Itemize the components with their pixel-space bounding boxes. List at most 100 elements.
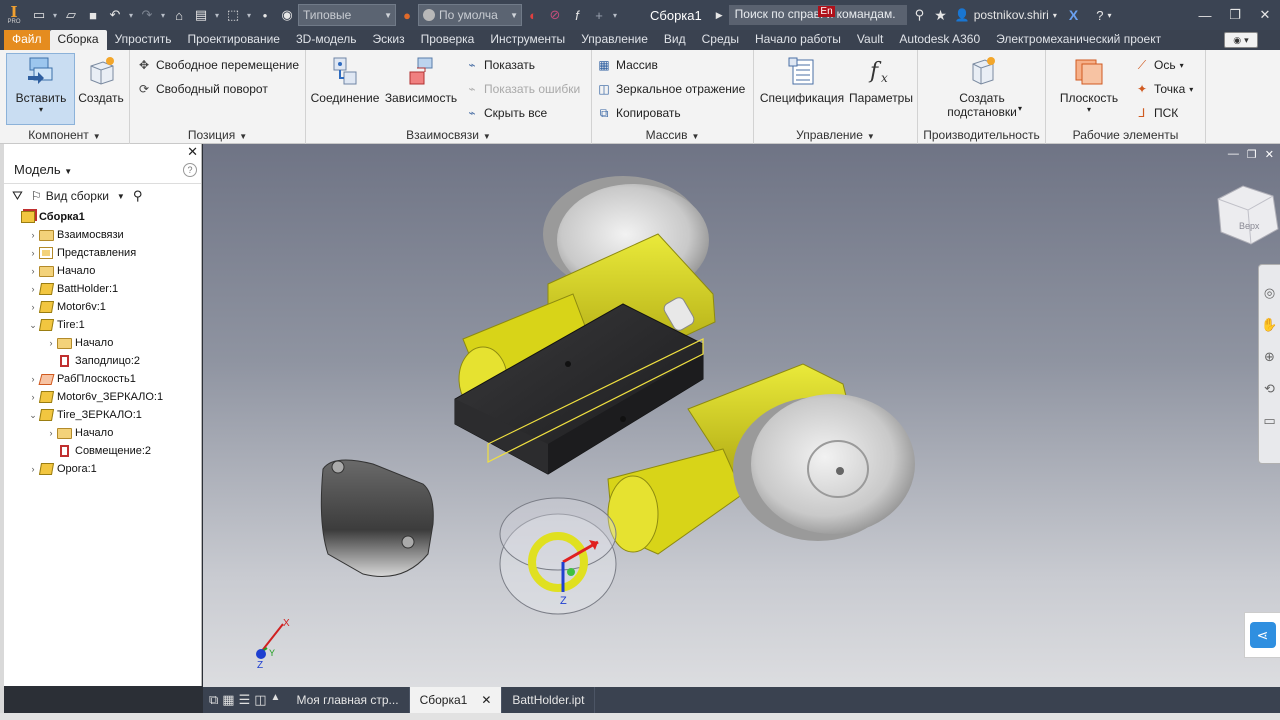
close-icon[interactable]: ✕ — [187, 144, 198, 160]
tab-design[interactable]: Проектирование — [179, 30, 288, 50]
mirror-button[interactable]: ◫ Зеркальное отражение — [596, 80, 745, 98]
minimize-icon[interactable]: — — [1190, 8, 1220, 23]
chevron-down-icon[interactable]: ▾ — [244, 11, 254, 20]
chevron-down-icon[interactable]: ⌄ — [28, 320, 38, 331]
constrain-button[interactable]: Зависимость — [384, 54, 458, 105]
chevron-down-icon[interactable]: ▾ — [1107, 11, 1111, 20]
doc-tab-battholder[interactable]: BattHolder.ipt — [502, 687, 596, 713]
browser-title[interactable]: Модель ▼ — [14, 162, 72, 177]
app-logo[interactable]: I PRO — [0, 0, 28, 30]
tab-vault[interactable]: Vault — [849, 30, 891, 50]
panel-relationships-title[interactable]: Взаимосвязи ▼ — [306, 128, 591, 142]
redo-icon[interactable]: ↷ — [136, 4, 158, 26]
ucs-button[interactable]: ⅃ ПСК — [1134, 104, 1179, 122]
chevron-down-icon[interactable]: ⌄ — [28, 410, 38, 421]
close-icon[interactable]: ✕ — [481, 693, 491, 707]
binoculars-icon[interactable]: ⚲ — [915, 7, 925, 23]
share-button[interactable]: ⋖ — [1244, 612, 1280, 658]
tree-node[interactable]: › Motor6v_ЗЕРКАЛО:1 — [4, 388, 201, 406]
tree-node[interactable]: › РабПлоскость1 — [4, 370, 201, 388]
tab-tools[interactable]: Инструменты — [482, 30, 573, 50]
chevron-right-icon[interactable]: › — [28, 392, 38, 402]
tree-node[interactable]: › Opora:1 — [4, 460, 201, 478]
insert-button[interactable]: Вставить ▾ — [8, 54, 74, 114]
exchange-icon[interactable]: X — [1069, 7, 1078, 23]
tab-inspect[interactable]: Проверка — [413, 30, 483, 50]
orbit-icon[interactable]: ⟲ — [1259, 381, 1280, 397]
new-file-icon[interactable]: ▭ — [28, 4, 50, 26]
tab-simplify[interactable]: Упростить — [107, 30, 180, 50]
pan-icon[interactable]: ✋ — [1259, 317, 1280, 333]
select-icon[interactable]: ⬚ — [222, 4, 244, 26]
color-ball-icon[interactable]: ● — [396, 4, 418, 26]
tree-node[interactable]: ⌄ Tire:1 — [4, 316, 201, 334]
show-errors-button[interactable]: ⌁ Показать ошибки — [464, 80, 580, 98]
binoculars-icon[interactable]: ⚲ — [133, 188, 143, 204]
axis-button[interactable]: ⟋ Ось ▾ — [1134, 56, 1184, 74]
tab-sketch[interactable]: Эскиз — [365, 30, 413, 50]
image-icon[interactable]: ▤ — [190, 4, 212, 26]
tab-environments[interactable]: Среды — [694, 30, 747, 50]
tab-3d-model[interactable]: 3D-модель — [288, 30, 365, 50]
clear-override-icon[interactable]: ⊘ — [544, 4, 566, 26]
tire-transparent[interactable]: Z — [499, 497, 617, 615]
home-icon[interactable]: ⌂ — [168, 4, 190, 26]
parameters-button[interactable]: f x Параметры — [848, 54, 914, 105]
tile-icon[interactable]: ▦ — [222, 692, 234, 708]
close-icon[interactable]: ✕ — [1250, 7, 1280, 23]
chevron-right-icon[interactable]: › — [28, 230, 38, 240]
tile-vertical-icon[interactable]: ◫ — [254, 692, 266, 708]
panel-manage-title[interactable]: Управление ▼ — [754, 128, 917, 142]
panel-pattern-title[interactable]: Массив ▼ — [592, 128, 753, 142]
tile-horizontal-icon[interactable]: ☰ — [239, 692, 251, 708]
help-icon[interactable]: ? — [183, 163, 197, 177]
plane-button[interactable]: Плоскость ▾ — [1054, 54, 1124, 114]
tab-a360[interactable]: Autodesk A360 — [891, 30, 988, 50]
steering-wheel-icon[interactable]: ◎ — [1259, 285, 1280, 301]
tab-manage[interactable]: Управление — [573, 30, 656, 50]
tree-node[interactable]: Сборка1 — [4, 208, 201, 226]
point-button[interactable]: ✦ Точка ▾ — [1134, 80, 1193, 98]
ribbon-display-toggle[interactable]: ◉ ▾ — [1224, 32, 1258, 48]
panel-position-title[interactable]: Позиция ▼ — [130, 128, 305, 142]
assembly-view-dropdown[interactable]: ⚐ Вид сборки ▼ — [31, 189, 125, 203]
chevron-down-icon[interactable]: ▾ — [610, 11, 620, 20]
material-combo[interactable]: По умолча ▼ — [418, 4, 522, 26]
save-icon[interactable]: ■ — [82, 4, 104, 26]
tab-electromechanical[interactable]: Электромеханический проект — [988, 30, 1169, 50]
tab-view[interactable]: Вид — [656, 30, 694, 50]
tree-node[interactable]: › Взаимосвязи — [4, 226, 201, 244]
help-search-input[interactable]: Поиск по справ. и командам. En — [728, 5, 907, 25]
tab-assemble[interactable]: Сборка — [49, 30, 107, 50]
triangle-up-icon[interactable]: ▲ — [271, 692, 281, 708]
copy-button[interactable]: ⧉ Копировать — [596, 104, 681, 122]
adjust-icon[interactable]: ◐ — [522, 4, 544, 26]
user-account[interactable]: 👤 postnikov.shiri ▾ — [955, 8, 1057, 22]
create-substitutes-button[interactable]: Создать подстановки — [932, 54, 1032, 119]
tree-node[interactable]: ⌄ Tire_ЗЕРКАЛО:1 — [4, 406, 201, 424]
chevron-right-icon[interactable]: › — [46, 428, 56, 438]
chevron-right-icon[interactable]: › — [28, 266, 38, 276]
free-move-button[interactable]: ✥ Свободное перемещение — [136, 56, 299, 74]
chevron-right-icon[interactable]: › — [28, 374, 38, 384]
globe-icon[interactable]: ◉ — [276, 4, 298, 26]
maximize-icon[interactable]: ❐ — [1220, 7, 1250, 23]
tree-node[interactable]: › Motor6v:1 — [4, 298, 201, 316]
panel-productivity-title[interactable]: Производительность — [918, 128, 1045, 142]
bom-button[interactable]: Спецификация — [758, 54, 846, 105]
navigation-bar[interactable]: ◎ ✋ ⊕ ⟲ ▭ — [1258, 264, 1280, 464]
tree-node[interactable]: › Начало — [4, 424, 201, 442]
appearance-combo[interactable]: Типовые ▼ — [298, 4, 396, 26]
chevron-down-icon[interactable]: ▾ — [50, 11, 60, 20]
array-button[interactable]: ▦ Массив — [596, 56, 658, 74]
chevron-right-icon[interactable]: › — [46, 338, 56, 348]
graphics-viewport[interactable]: — ❐ ✕ Z X Y Z Верх ◎ ✋ ⊕ ⟲ ▭ ⋖ — [203, 144, 1280, 687]
show-button[interactable]: ⌁ Показать — [464, 56, 535, 74]
tab-get-started[interactable]: Начало работы — [747, 30, 849, 50]
chevron-right-icon[interactable]: › — [28, 302, 38, 312]
chevron-right-icon[interactable]: › — [28, 464, 38, 474]
chevron-down-icon[interactable]: ▾ — [126, 11, 136, 20]
viewcube[interactable] — [1217, 185, 1279, 245]
look-at-icon[interactable]: ▭ — [1259, 413, 1280, 429]
cascade-icon[interactable]: ⧉ — [209, 692, 218, 708]
